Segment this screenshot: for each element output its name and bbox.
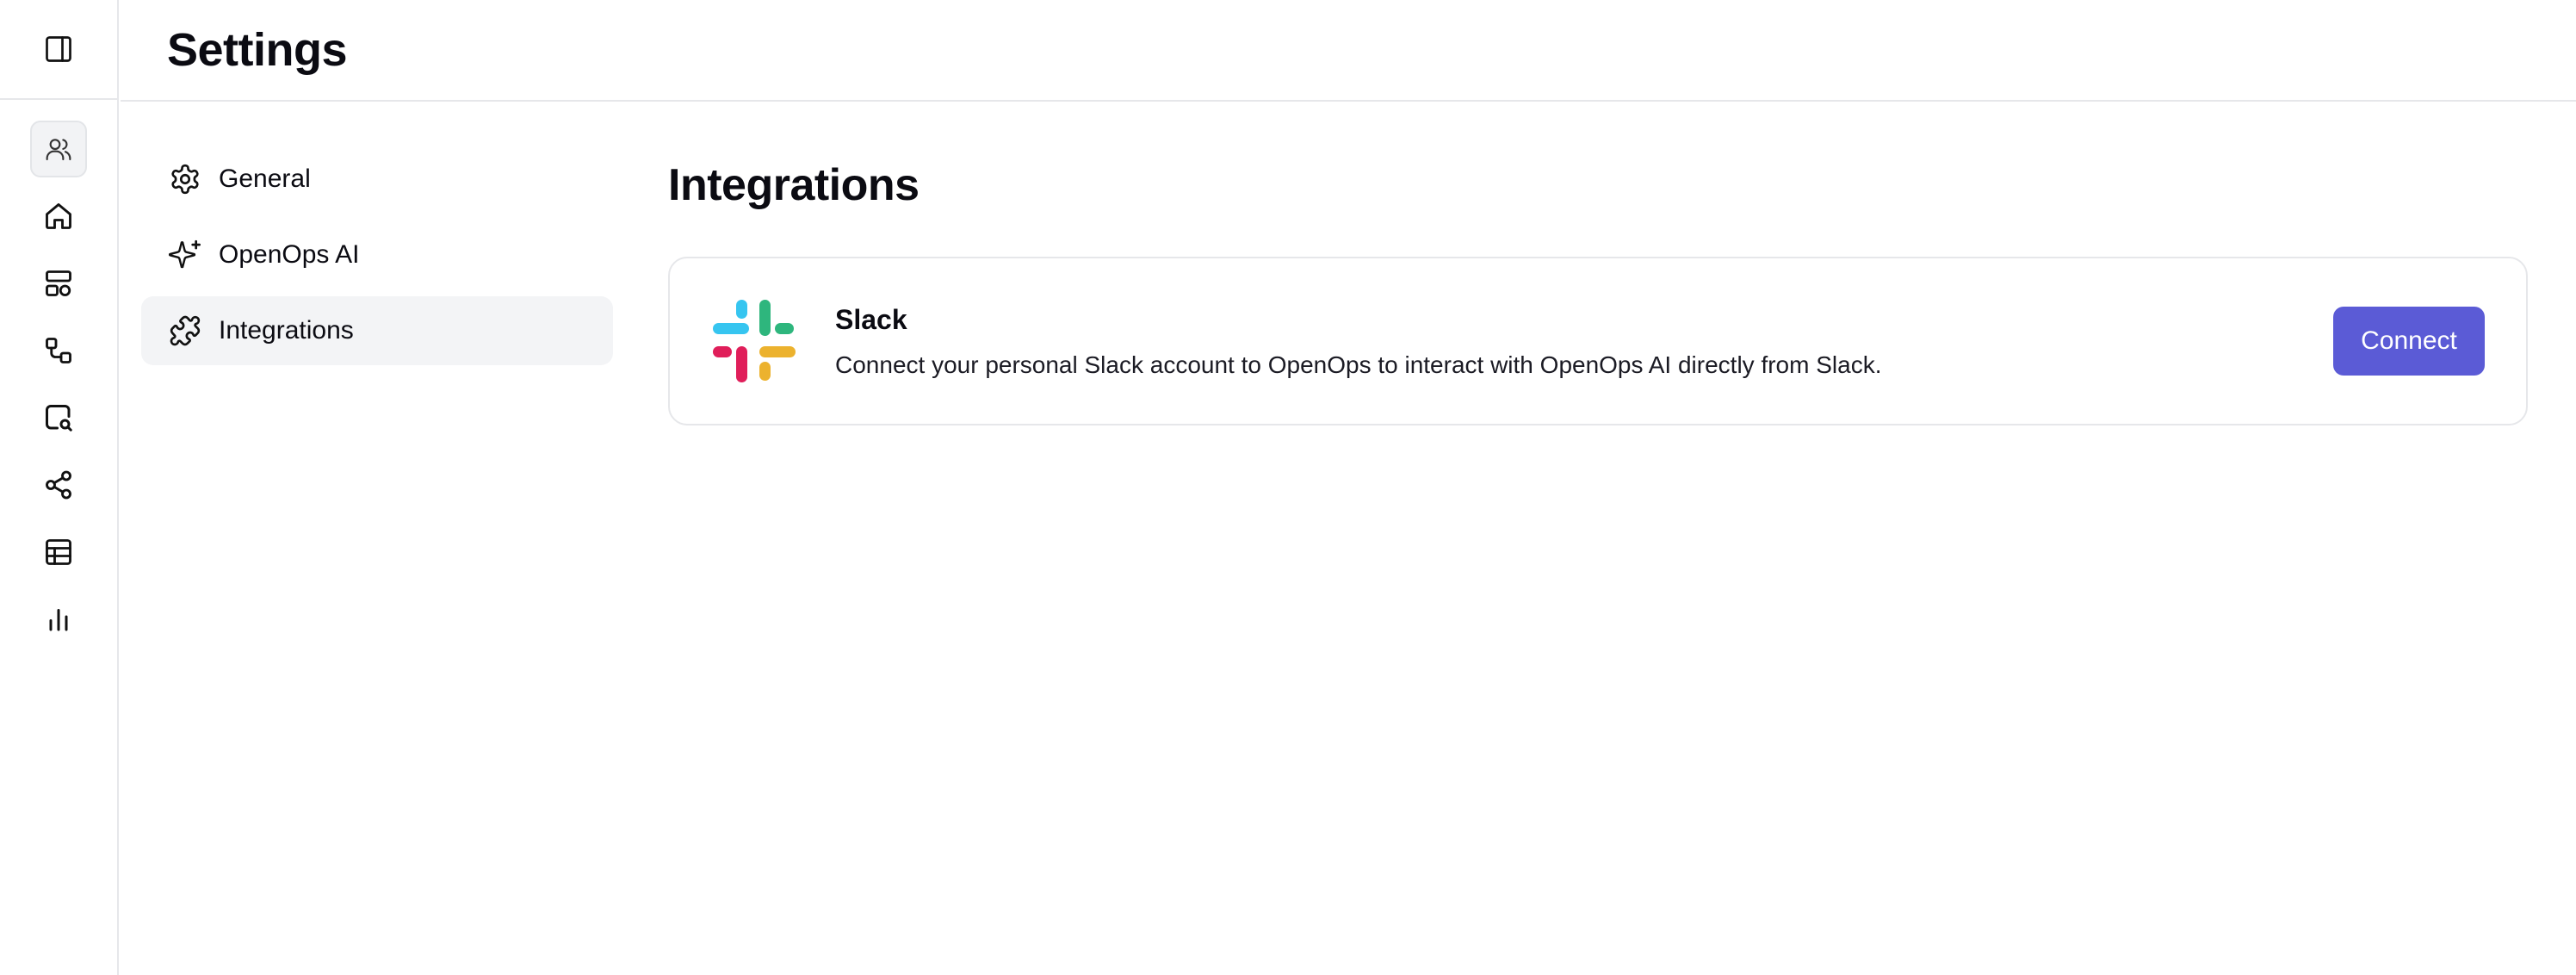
- section-title: Integrations: [668, 160, 920, 210]
- rail-item-tables[interactable]: [30, 524, 87, 581]
- puzzle-icon: [170, 315, 201, 346]
- settings-nav-label: Integrations: [219, 316, 354, 345]
- settings-nav: General OpenOps AI Integrations: [141, 145, 613, 365]
- workflow-icon: [46, 338, 71, 363]
- slack-logo-icon: [713, 300, 796, 382]
- rail-nav: [0, 100, 117, 648]
- icon-rail: [0, 0, 119, 975]
- bar-chart-icon: [49, 609, 68, 631]
- settings-nav-item-openops-ai[interactable]: OpenOps AI: [141, 220, 613, 289]
- users-icon: [46, 139, 71, 161]
- rail-item-connections[interactable]: [30, 456, 87, 513]
- table-icon: [46, 539, 71, 565]
- settings-nav-label: General: [219, 165, 311, 193]
- rail-item-home[interactable]: [30, 188, 87, 245]
- page-title: Settings: [167, 24, 348, 76]
- sidebar-toggle-button[interactable]: [31, 22, 86, 77]
- connect-button[interactable]: Connect: [2333, 307, 2485, 376]
- rail-item-dashboard[interactable]: [30, 255, 87, 312]
- rail-item-workflows[interactable]: [30, 322, 87, 379]
- sparkles-icon: [169, 239, 201, 269]
- search-doc-icon: [46, 405, 72, 432]
- settings-nav-label: OpenOps AI: [219, 240, 360, 269]
- integration-name: Slack: [835, 303, 907, 335]
- gear-icon: [171, 164, 199, 195]
- share-icon: [46, 470, 71, 500]
- integration-description: Connect your personal Slack account to O…: [835, 351, 1882, 378]
- rail-item-users[interactable]: [30, 121, 87, 177]
- dashboard-icon: [46, 270, 71, 296]
- settings-nav-item-general[interactable]: General: [141, 145, 613, 214]
- rail-header: [0, 0, 117, 100]
- integration-info: Slack Connect your personal Slack accoun…: [835, 304, 2333, 379]
- settings-nav-item-integrations[interactable]: Integrations: [141, 296, 613, 365]
- rail-item-analytics[interactable]: [30, 591, 87, 648]
- rail-item-explore[interactable]: [30, 389, 87, 446]
- page-header: Settings: [121, 0, 2576, 102]
- integrations-section: Integrations Slack Connect your personal…: [668, 146, 2528, 425]
- home-icon: [46, 203, 71, 229]
- panel-toggle-icon: [46, 36, 71, 62]
- integration-card-slack: Slack Connect your personal Slack accoun…: [668, 257, 2528, 425]
